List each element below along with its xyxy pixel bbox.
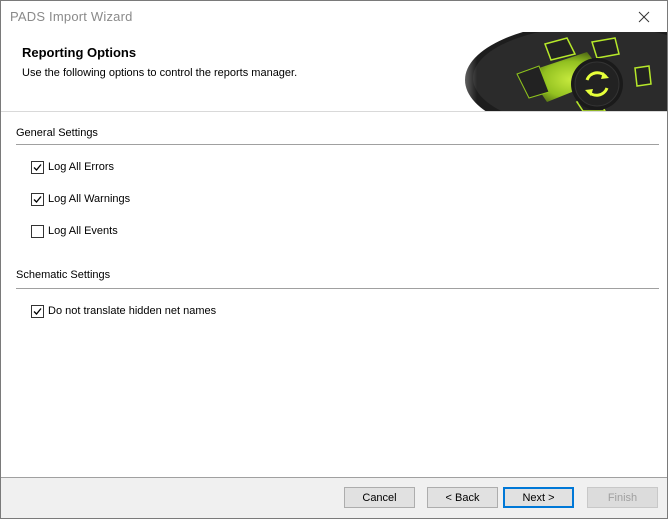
checkbox-box — [31, 160, 44, 174]
check-icon — [33, 195, 42, 203]
page-subtitle: Use the following options to control the… — [22, 67, 298, 79]
checkbox-label: Log All Warnings — [48, 193, 131, 205]
title-bar: PADS Import Wizard — [1, 1, 667, 32]
schematic-settings-label: Schematic Settings — [16, 269, 111, 281]
gear-wheel-graphic — [437, 32, 667, 111]
page-title: Reporting Options — [22, 45, 137, 60]
window-title: PADS Import Wizard — [10, 9, 133, 24]
close-button[interactable] — [621, 1, 667, 32]
cancel-button[interactable]: Cancel — [344, 487, 415, 508]
wizard-header: Reporting Options Use the following opti… — [1, 32, 667, 111]
checkbox-label: Log All Errors — [48, 161, 115, 173]
log-all-warnings-checkbox[interactable]: Log All Warnings — [31, 191, 130, 207]
checkbox-box — [31, 192, 44, 206]
general-settings-divider — [16, 144, 659, 145]
check-icon — [33, 307, 42, 315]
general-settings-label: General Settings — [16, 127, 98, 139]
back-button[interactable]: < Back — [427, 487, 498, 508]
checkbox-box — [31, 304, 44, 318]
header-divider — [1, 111, 667, 112]
checkbox-box — [31, 224, 44, 238]
wizard-footer: Cancel < Back Next > Finish — [1, 477, 667, 518]
check-icon — [33, 163, 42, 171]
checkbox-label: Log All Events — [48, 225, 118, 237]
finish-button[interactable]: Finish — [587, 487, 658, 508]
next-button[interactable]: Next > — [503, 487, 574, 508]
wizard-window: PADS Import Wizard Reporting Options Use… — [0, 0, 668, 519]
log-all-errors-checkbox[interactable]: Log All Errors — [31, 159, 114, 175]
log-all-events-checkbox[interactable]: Log All Events — [31, 223, 118, 239]
close-icon — [638, 11, 650, 22]
checkbox-label: Do not translate hidden net names — [48, 305, 217, 317]
schematic-settings-divider — [16, 288, 659, 289]
translate-hidden-net-names-checkbox[interactable]: Do not translate hidden net names — [31, 303, 216, 319]
